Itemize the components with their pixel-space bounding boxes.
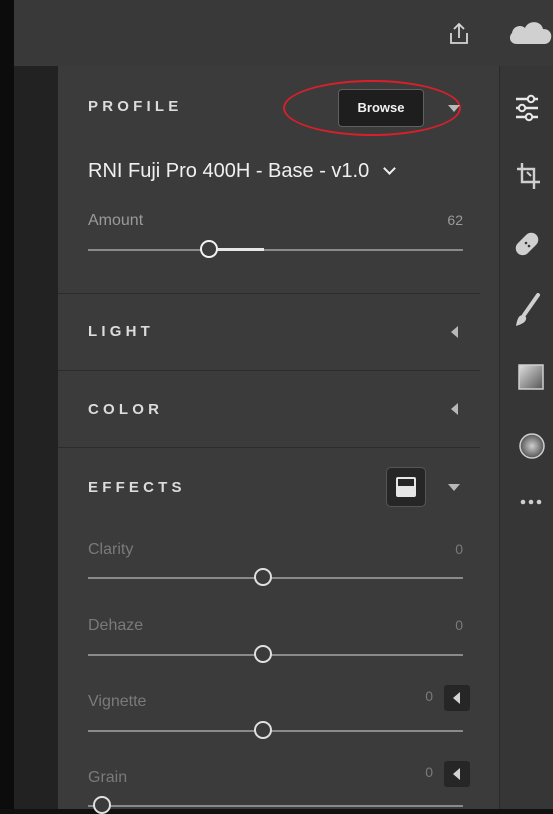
cloud-icon[interactable] [507,16,553,53]
amount-label: Amount [88,212,144,229]
caret-left-icon [453,768,460,780]
grain-label: Grain [88,769,128,786]
vignette-label: Vignette [88,693,147,710]
color-section-title[interactable]: COLOR [88,401,163,418]
dehaze-value: 0 [455,617,463,633]
left-edge-strip [0,0,14,809]
edit-sliders-icon[interactable] [513,93,541,128]
top-toolbar [14,0,553,66]
dehaze-track [88,654,463,656]
clarity-slider-thumb[interactable] [253,568,272,586]
section-divider [58,447,480,448]
clarity-track [88,577,463,579]
grain-expand-button[interactable] [444,761,470,787]
dehaze-label: Dehaze [88,617,144,634]
grain-value: 0 [425,764,433,780]
chevron-down-icon [382,162,396,175]
vignette-value: 0 [425,688,433,704]
amount-slider-thumb[interactable] [200,240,218,258]
healing-bandage-icon[interactable] [514,229,542,264]
grain-slider-thumb[interactable] [93,796,111,814]
vignette-slider-thumb[interactable] [253,721,272,739]
grain-track [88,805,463,807]
section-divider [58,370,480,371]
amount-fill [218,248,264,251]
clarity-value: 0 [455,541,463,557]
color-expand-icon[interactable] [451,403,458,415]
brush-icon[interactable] [514,293,542,334]
linear-gradient-icon[interactable] [518,364,544,395]
effects-collapse-icon[interactable] [448,484,460,491]
profile-name: RNI Fuji Pro 400H - Base - v1.0 [88,160,370,182]
more-icon[interactable] [518,495,546,514]
dehaze-slider-thumb[interactable] [253,645,272,663]
vignette-track [88,730,463,732]
amount-track [88,249,463,251]
share-icon[interactable] [447,22,471,51]
crop-icon[interactable] [514,161,542,196]
caret-left-icon [453,692,460,704]
profile-collapse-icon[interactable] [448,105,460,112]
clarity-label: Clarity [88,541,134,558]
browse-button[interactable]: Browse [338,89,424,127]
radial-gradient-icon[interactable] [518,432,546,465]
effects-section-title: EFFECTS [88,479,186,496]
section-divider [58,293,480,294]
light-expand-icon[interactable] [451,326,458,338]
profile-section-title: PROFILE [88,98,183,115]
image-area-edge [14,66,58,809]
amount-value: 62 [447,212,463,228]
profile-selector[interactable]: RNI Fuji Pro 400H - Base - v1.0 [88,160,396,183]
light-section-title[interactable]: LIGHT [88,323,154,340]
effects-visibility-toggle-icon[interactable] [386,467,426,507]
vignette-expand-button[interactable] [444,685,470,711]
